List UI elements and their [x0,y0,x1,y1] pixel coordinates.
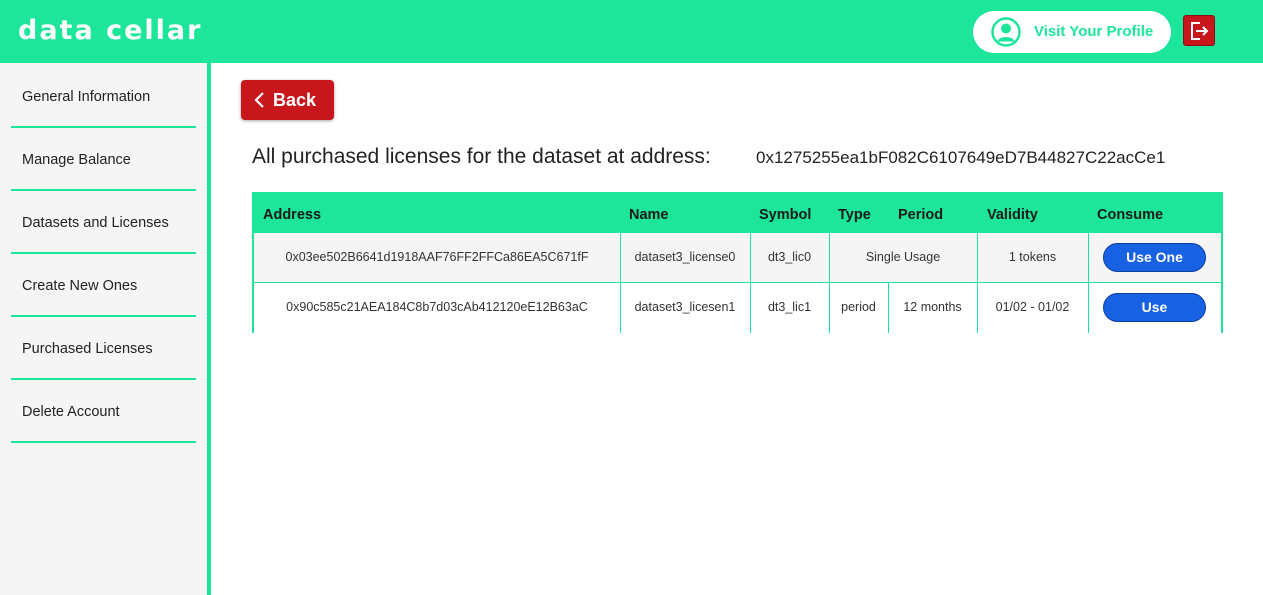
cell-divider [1088,233,1089,283]
logout-icon [1191,22,1209,40]
sidebar-item-label: Datasets and Licenses [22,215,169,231]
table-row: 0x03ee502B6641d1918AAF76FF2FFCa86EA5C671… [254,233,1221,283]
cell-name: dataset3_licesen1 [634,300,736,314]
sidebar-item-label: Create New Ones [22,278,138,294]
chevron-left-icon [254,92,264,108]
cell-symbol: dt3_lic1 [767,300,812,314]
visit-profile-label: Visit Your Profile [1034,23,1154,40]
visit-profile-button[interactable]: Visit Your Profile [973,11,1171,53]
cell-symbol: dt3_lic0 [767,250,812,264]
cell-period: 12 months [903,300,962,314]
cell-validity: 01/02 - 01/02 [995,300,1070,314]
sidebar-item-label: Manage Balance [22,152,131,168]
app-logo[interactable]: data cellar [18,13,202,49]
column-header-validity: Validity [987,207,1038,223]
sidebar-item-general-information[interactable]: General Information [11,65,196,128]
sidebar-item-delete-account[interactable]: Delete Account [11,380,196,443]
use-one-button[interactable]: Use One [1103,243,1206,272]
cell-divider [1088,283,1089,333]
licenses-table: Address Name Symbol Type Period Validity… [252,192,1223,333]
table-header: Address Name Symbol Type Period Validity… [254,194,1221,233]
cell-address: 0x90c585c21AEA184C8b7d03cAb412120eE12B63… [286,300,588,314]
sidebar-item-datasets-and-licenses[interactable]: Datasets and Licenses [11,191,196,254]
sidebar-item-purchased-licenses[interactable]: Purchased Licenses [11,317,196,380]
back-button[interactable]: Back [241,80,334,120]
sidebar-item-label: Purchased Licenses [22,341,153,357]
dataset-address: 0x1275255ea1bF082C6107649eD7B44827C22acC… [756,148,1166,167]
cell-validity: 1 tokens [1008,250,1057,264]
cell-name: dataset3_license0 [634,250,736,264]
column-header-type: Type [838,207,871,223]
cell-type: period [841,300,876,314]
cell-type: Single Usage [865,250,941,264]
logout-button[interactable] [1183,15,1215,46]
sidebar-item-label: General Information [22,89,151,105]
sidebar-item-manage-balance[interactable]: Manage Balance [11,128,196,191]
column-header-address: Address [263,207,322,223]
column-header-name: Name [629,207,669,223]
cell-address: 0x03ee502B6641d1918AAF76FF2FFCa86EA5C671… [285,250,589,264]
back-label: Back [273,90,317,110]
sidebar-divider [207,63,211,595]
table-row: 0x90c585c21AEA184C8b7d03cAb412120eE12B63… [254,283,1221,333]
user-circle-icon [991,17,1021,47]
sidebar-item-label: Delete Account [22,404,120,420]
sidebar-item-create-new-ones[interactable]: Create New Ones [11,254,196,317]
top-bar: data cellar Visit Your Profile [0,0,1263,63]
column-header-period: Period [898,207,944,223]
use-button[interactable]: Use [1103,293,1206,322]
column-header-symbol: Symbol [759,207,812,223]
column-header-consume: Consume [1097,207,1164,223]
page-title: All purchased licenses for the dataset a… [252,145,711,168]
